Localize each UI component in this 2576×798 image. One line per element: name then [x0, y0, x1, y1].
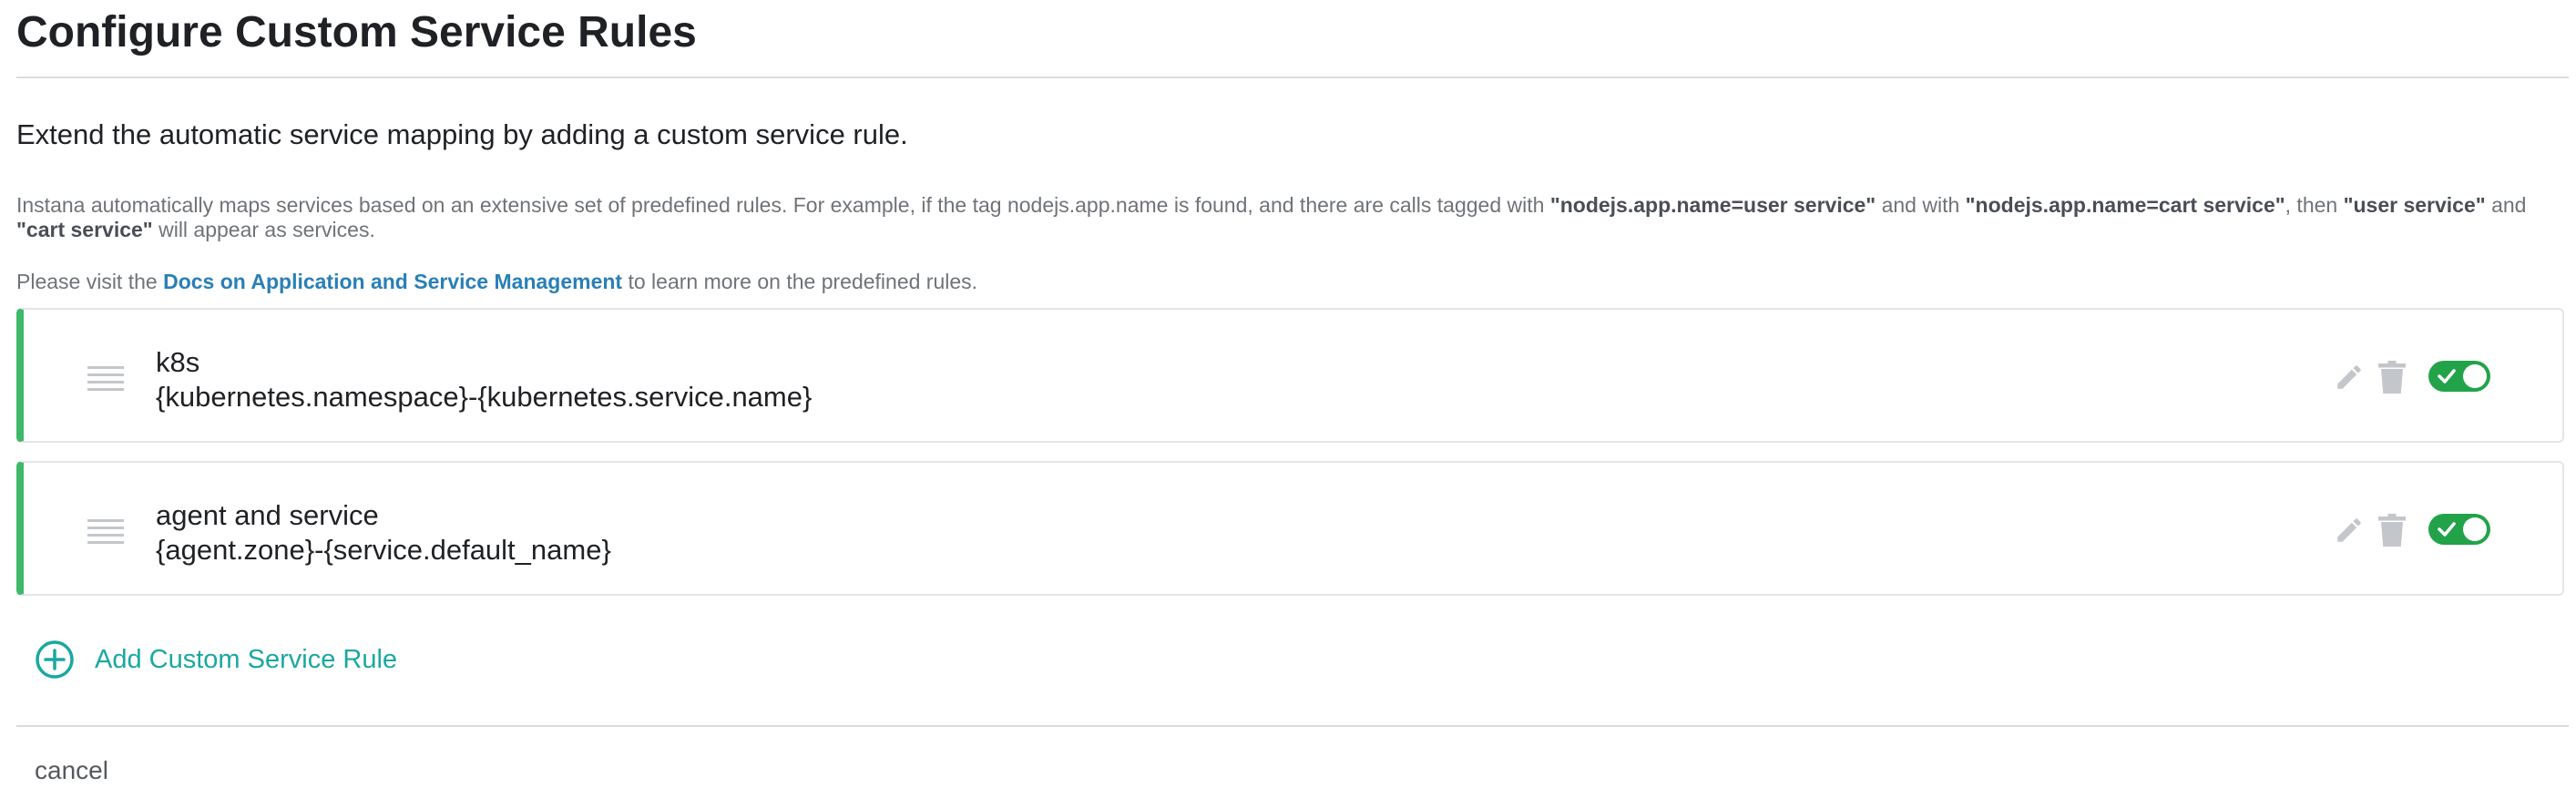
rule-name: k8s — [156, 346, 200, 378]
toggle-knob — [2463, 364, 2487, 388]
add-custom-service-rule-button[interactable]: Add Custom Service Rule — [35, 638, 397, 681]
rule-enabled-toggle[interactable] — [2428, 361, 2490, 392]
delete-rule-button[interactable] — [2374, 510, 2410, 550]
check-icon — [2438, 522, 2456, 537]
plus-circle-icon — [36, 640, 74, 679]
intro-example-tag-cart: "nodejs.app.name=cart service" — [1965, 193, 2285, 217]
page-title: Configure Custom Service Rules — [16, 8, 697, 56]
rule-template: {kubernetes.namespace}-{kubernetes.servi… — [156, 381, 813, 413]
intro-text: , then — [2285, 193, 2344, 217]
docs-prefix: Please visit the — [16, 270, 164, 293]
cancel-button[interactable]: cancel — [35, 754, 108, 787]
toggle-knob — [2463, 517, 2487, 541]
drag-handle-icon[interactable] — [87, 366, 124, 392]
docs-suffix: to learn more on the predefined rules. — [622, 270, 978, 293]
drag-handle-icon[interactable] — [87, 519, 124, 545]
page-subtitle: Extend the automatic service mapping by … — [16, 118, 908, 150]
rule-template: {agent.zone}-{service.default_name} — [156, 534, 611, 566]
trash-icon — [2378, 514, 2406, 547]
trash-icon — [2378, 361, 2406, 394]
pencil-icon — [2337, 365, 2361, 389]
docs-line: Please visit the Docs on Application and… — [16, 268, 977, 295]
add-rule-label: Add Custom Service Rule — [95, 644, 398, 674]
intro-example-service-cart: "cart service" — [16, 218, 153, 241]
rule-name: agent and service — [156, 499, 379, 531]
title-divider — [16, 77, 2569, 78]
intro-text: Instana automatically maps services base… — [16, 193, 1550, 217]
custom-service-rules-page: Configure Custom Service Rules Extend th… — [0, 0, 2576, 798]
intro-text: and — [2485, 193, 2527, 217]
check-icon — [2438, 369, 2456, 384]
edit-rule-button[interactable] — [2331, 357, 2367, 397]
rule-card: k8s {kubernetes.namespace}-{kubernetes.s… — [16, 308, 2564, 443]
intro-text: will appear as services. — [152, 218, 375, 241]
edit-rule-button[interactable] — [2331, 510, 2367, 550]
bottom-divider — [16, 725, 2569, 727]
rule-card: agent and service {agent.zone}-{service.… — [16, 461, 2564, 596]
intro-paragraph: Instana automatically maps services base… — [16, 193, 2567, 242]
intro-example-tag-user: "nodejs.app.name=user service" — [1549, 193, 1876, 217]
intro-text: and with — [1876, 193, 1966, 217]
pencil-icon — [2337, 518, 2361, 542]
rule-enabled-toggle[interactable] — [2428, 514, 2490, 545]
docs-link[interactable]: Docs on Application and Service Manageme… — [163, 270, 622, 293]
delete-rule-button[interactable] — [2374, 357, 2410, 397]
intro-example-service-user: "user service" — [2343, 193, 2486, 217]
